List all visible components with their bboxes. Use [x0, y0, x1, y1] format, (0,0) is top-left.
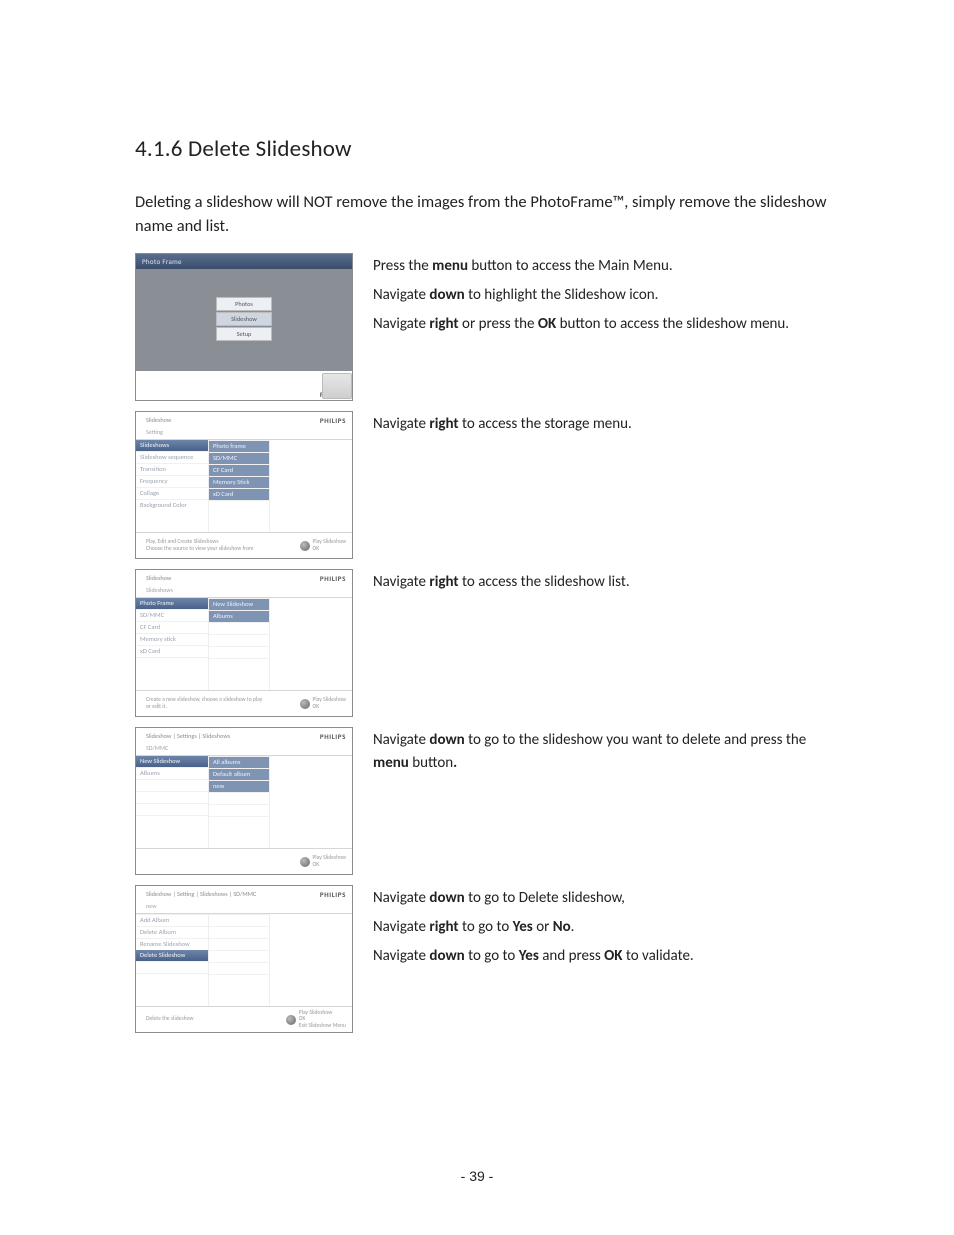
list-item: . [209, 816, 269, 828]
instruction-line: Press the menu button to access the Main… [373, 255, 835, 278]
list-item: Collage [136, 487, 208, 499]
list-item: . [209, 500, 269, 512]
list-item: xD Card [136, 645, 208, 657]
list-item: . [136, 657, 208, 669]
hint-text: Create a new slideshow, choose a slidesh… [146, 697, 266, 710]
hint-text: Play Slideshow OK [313, 697, 346, 710]
list-item: Slideshow sequence [136, 451, 208, 463]
instruction-line: Navigate right or press the OK button to… [373, 313, 835, 336]
hint-text: Play Slideshow OK [313, 539, 346, 552]
list-item: . [209, 962, 269, 974]
breadcrumb: Slideshow | Settings | Slideshows [146, 732, 230, 740]
instruction-line: Navigate down to go to Yes and press OK … [373, 945, 835, 968]
list-item: new [209, 780, 269, 792]
step-3: SlideshowPHILIPS Slideshows Photo Frame … [135, 569, 835, 717]
list-item: . [209, 634, 269, 646]
brand-logo: PHILIPS [320, 732, 346, 741]
screenshot-title: Photo Frame [136, 254, 352, 269]
list-item: Default album [209, 768, 269, 780]
list-item: . [209, 646, 269, 658]
breadcrumb: Slideshow | Setting | Slideshows | SD/MM… [146, 890, 256, 898]
menu-item: Photos [216, 297, 272, 311]
screenshot-settings: Slideshow PHILIPS Setting Slideshows Slid… [135, 411, 353, 559]
instruction-line: Navigate right to access the slideshow l… [373, 571, 835, 594]
list-item: SD/MMC [136, 609, 208, 621]
breadcrumb: Slideshow [146, 574, 171, 582]
brand-logo: PHILIPS [320, 890, 346, 899]
list-item: Frequency [136, 475, 208, 487]
intro-paragraph: Deleting a slideshow will NOT remove the… [135, 191, 835, 239]
sub-heading: new [136, 901, 352, 914]
sub-heading: Setting [136, 427, 352, 440]
joystick-icon [286, 1015, 296, 1025]
list-item: . [209, 938, 269, 950]
list-item: . [209, 792, 269, 804]
instruction-line: Navigate down to highlight the Slideshow… [373, 284, 835, 307]
list-item: All albums [209, 756, 269, 768]
screenshot-delete: Slideshow | Setting | Slideshows | SD/MM… [135, 885, 353, 1033]
list-item: . [136, 815, 208, 827]
list-item: Photo Frame [136, 598, 208, 609]
joystick-icon [300, 857, 310, 867]
screenshot-main-menu: Photo Frame Photos Slideshow Setup PHILI… [135, 253, 353, 401]
sub-heading: SD/MMC [136, 743, 352, 756]
list-item: Add Album [136, 914, 208, 926]
list-item: New Slideshow [209, 598, 269, 610]
menu-item-selected: Slideshow [216, 312, 272, 326]
step-5: Slideshow | Setting | Slideshows | SD/MM… [135, 885, 835, 1033]
list-item: Memory Stick [209, 476, 269, 488]
brand-logo: PHILIPS [320, 416, 346, 425]
list-item: . [209, 658, 269, 670]
instruction-line: Navigate right to access the storage men… [373, 413, 835, 436]
list-item: . [136, 779, 208, 791]
instruction-line: Navigate down to go to Delete slideshow, [373, 887, 835, 910]
hint-text: Play, Edit and Create Slideshows Choose … [146, 539, 254, 552]
list-item: . [136, 791, 208, 803]
list-item: xD Card [209, 488, 269, 500]
list-item: New Slideshow [136, 756, 208, 767]
list-item: . [136, 973, 208, 985]
list-item: . [209, 914, 269, 926]
section-heading: 4.1.6 Delete Slideshow [135, 135, 835, 163]
step-1: Photo Frame Photos Slideshow Setup PHILI… [135, 253, 835, 401]
list-item: Transition [136, 463, 208, 475]
list-item: . [209, 974, 269, 986]
step-2: Slideshow PHILIPS Setting Slideshows Slid… [135, 411, 835, 559]
list-item: . [209, 926, 269, 938]
list-item: CF Card [209, 464, 269, 476]
sub-heading: Slideshows [136, 585, 352, 598]
preview-icon [322, 373, 352, 399]
brand-logo: PHILIPS [320, 574, 346, 583]
list-item: Delete Album [136, 926, 208, 938]
joystick-icon [300, 699, 310, 709]
list-item: Slideshows [136, 440, 208, 451]
list-item: . [209, 950, 269, 962]
list-item: Background Color [136, 499, 208, 511]
instruction-line: Navigate down to go to the slideshow you… [373, 729, 835, 776]
list-item: SD/MMC [209, 452, 269, 464]
list-item: . [209, 622, 269, 634]
hint-text: Play Slideshow OK [313, 855, 346, 868]
hint-text: Delete the slideshow [146, 1016, 194, 1023]
breadcrumb: Slideshow [146, 416, 171, 424]
screenshot-albums: Slideshow | Settings | Slideshows PHILIPS… [135, 727, 353, 875]
joystick-icon [300, 541, 310, 551]
hint-text: Play Slideshow OK Exit Slideshow Menu [299, 1010, 346, 1030]
list-item: . [209, 804, 269, 816]
list-item: Photo frame [209, 440, 269, 452]
page-number: - 39 - [0, 1168, 954, 1184]
menu-item: Setup [216, 327, 272, 341]
list-item: Rename Slideshow [136, 938, 208, 950]
list-item: CF Card [136, 621, 208, 633]
list-item: Delete Slideshow [136, 950, 208, 961]
list-item: Memory stick [136, 633, 208, 645]
list-item: . [136, 961, 208, 973]
instruction-line: Navigate right to go to Yes or No. [373, 916, 835, 939]
screenshot-sources: SlideshowPHILIPS Slideshows Photo Frame … [135, 569, 353, 717]
list-item: Albums [136, 767, 208, 779]
step-4: Slideshow | Settings | Slideshows PHILIPS… [135, 727, 835, 875]
list-item: Albums [209, 610, 269, 622]
list-item: . [136, 803, 208, 815]
